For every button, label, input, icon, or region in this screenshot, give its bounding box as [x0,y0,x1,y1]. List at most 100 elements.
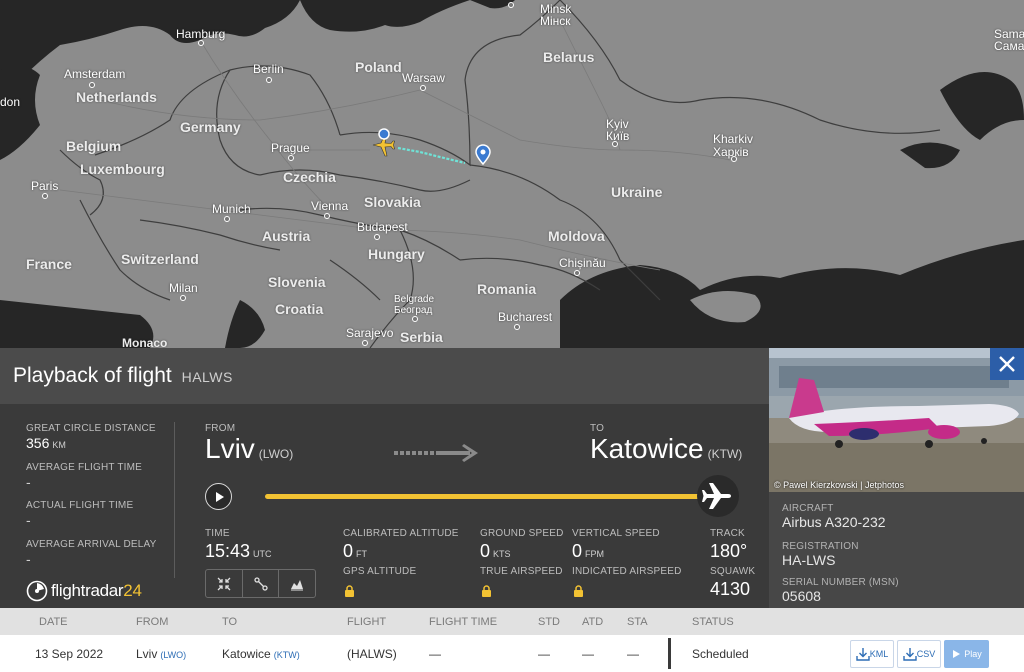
aircraft-type-label: Aircraft [782,503,834,514]
from-city: Lviv [205,433,255,464]
kml-download-button[interactable]: KML [850,640,894,668]
city-dot [514,324,520,330]
flightradar24-logo: flightradar24 [26,580,142,602]
cell-std: — [538,647,550,661]
registration-value: HA-LWS [782,552,836,568]
cell-sta: — [627,647,639,661]
play-button[interactable] [205,483,232,510]
lock-icon[interactable] [573,585,584,597]
city-label: Munich [212,202,251,216]
city-dot [508,2,514,8]
progress-handle[interactable] [697,475,739,517]
route-view-button[interactable] [243,570,280,597]
cell-status: Scheduled [692,647,749,661]
status-indicator [668,638,671,669]
time-label: Time [205,528,230,539]
city-dot [324,213,330,219]
squawk-value: 4130 [710,579,751,599]
cal-alt-unit: FT [356,549,368,559]
country-label: Serbia [400,329,443,345]
column-header: Date [39,616,68,628]
city-dot [574,270,580,276]
track-value: 180° [710,541,748,561]
country-label: Slovenia [268,274,326,290]
vs-unit: FPM [585,549,605,559]
city-label: Київ [606,129,630,143]
column-header: STA [627,616,648,628]
gs-unit: KTS [493,549,511,559]
city-dot [420,85,426,91]
country-label: Moldova [548,228,605,244]
map[interactable]: Poland Belarus Netherlands Germany Belgi… [0,0,1024,348]
to-code-link[interactable]: (KTW) [274,650,300,660]
lock-icon[interactable] [344,585,355,597]
csv-download-button[interactable]: CSV [897,640,941,668]
lock-icon[interactable] [481,585,492,597]
from-airport[interactable]: Lviv (LWO) [205,433,293,465]
cell-flight-time: — [429,647,441,661]
city-label: Bucharest [498,310,553,324]
gcd-label: Great circle distance [26,423,156,434]
logo-name: flightradar [51,581,124,600]
to-airport[interactable]: Katowice (KTW) [590,433,742,465]
city-dot [42,193,48,199]
play-label: Play [964,649,982,659]
registration-label: Registration [782,541,859,552]
altitude-graph-button[interactable] [279,570,315,597]
play-flight-button[interactable]: Play [944,640,989,668]
country-label: Croatia [275,301,324,317]
country-label: France [26,256,72,272]
city-label: Berlin [253,62,284,76]
time-value: 15:43 UTC [205,541,272,562]
city-label: Chișinău [559,256,606,270]
table-row[interactable]: 13 Sep 2022 Lviv (LWO) Katowice (KTW) (HAL… [0,635,1024,672]
column-header: STD [538,616,560,628]
graph-icon [291,579,304,590]
column-header: Flight [347,616,387,628]
city-label: Milan [169,281,198,295]
avg-arrival-delay-label: Average arrival delay [26,539,157,550]
country-label: Austria [262,228,311,244]
airplane-icon [702,483,731,509]
title-text: Playback of flight [13,364,172,387]
close-icon [999,356,1015,372]
city-dot [288,155,294,161]
playback-panel: Playback of flight HALWS Great circle di… [0,348,769,608]
track-label: Track [710,528,745,539]
column-header: ATD [582,616,604,628]
ground-speed-value: 0 KTS [480,541,511,562]
vs-number: 0 [572,541,583,561]
city-label: Сама [994,39,1024,53]
country-label: Slovakia [364,194,421,210]
fit-view-button[interactable] [206,570,243,597]
city-label: Sarajevo [346,326,394,340]
play-icon [953,650,961,658]
route-arrow-icon [394,444,478,462]
panel-title: Playback of flight HALWS [13,364,233,388]
radar-logo-icon [26,580,48,602]
from-code-link[interactable]: (LWO) [160,650,186,660]
city-dot [266,77,272,83]
country-label: Netherlands [76,89,157,105]
to-city: Katowice [590,433,704,464]
cell-to: Katowice (KTW) [222,647,300,661]
city-dot [731,156,737,162]
avg-flight-time-value: - [26,474,31,490]
country-label: Poland [355,59,402,75]
csv-label: CSV [916,649,936,659]
playback-progress-bar[interactable] [265,494,731,499]
aircraft-photo[interactable]: © Pawel Kierzkowski | Jetphotos [769,348,1024,492]
city-dot [374,234,380,240]
indicated-airspeed-label: Indicated airspeed [572,566,682,577]
city-label: Vienna [311,199,349,213]
close-button[interactable] [990,348,1024,380]
collapse-icon [217,577,231,590]
city-label: Београд [394,305,433,316]
cell-flight: (HALWS) [347,647,397,661]
photo-credit[interactable]: © Pawel Kierzkowski | Jetphotos [774,480,904,490]
gs-number: 0 [480,541,491,561]
column-header: Flight time [429,616,498,628]
city-dot [412,316,418,322]
serial-label: Serial number (MSN) [782,577,899,588]
actual-flight-time-value: - [26,512,31,528]
